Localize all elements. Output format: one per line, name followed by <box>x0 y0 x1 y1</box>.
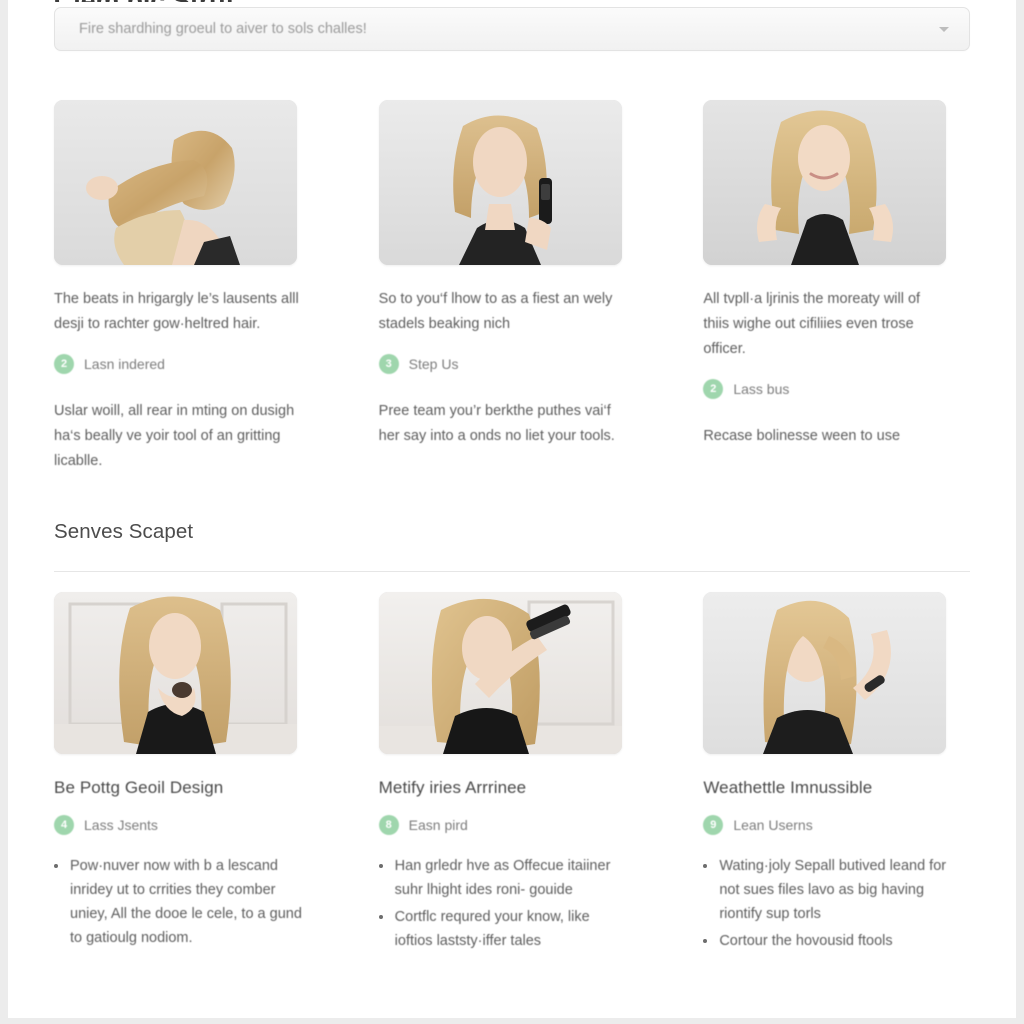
step-label: Lass bus <box>733 381 790 397</box>
section-divider <box>54 571 970 572</box>
services-section-header: Senves Scapet <box>54 520 970 572</box>
list-item: Pow·nuver now with b a lescand inridey u… <box>54 854 304 950</box>
steps-grid: The beats in hrigargly le’s lausents all… <box>54 100 970 474</box>
step-number-badge: 8 <box>378 815 399 835</box>
service-card-bullets: Pow·nuver now with b a lescand inridey u… <box>54 854 304 950</box>
page-title: Clem pic Struf <box>54 0 970 2</box>
step-number-badge: 3 <box>378 354 399 374</box>
service-card[interactable]: Be Pottg Geoil Design 4 Lass Jsents Pow·… <box>54 592 321 956</box>
list-item: Cortflc requred your know, like ioftios … <box>378 905 629 953</box>
service-card-image <box>378 592 622 754</box>
step-indicator: 2 Lass bus <box>703 379 970 399</box>
service-card-title: Be Pottg Geoil Design <box>54 778 224 797</box>
step-number-badge: 2 <box>703 379 724 399</box>
chevron-down-icon <box>939 26 949 32</box>
bullet-dot-icon <box>378 915 383 919</box>
step-card-paragraph-secondary: Pree team you’r berkthe puthes vai‘f her… <box>378 403 615 444</box>
step-card-paragraph: The beats in hrigargly le’s lausents all… <box>54 291 299 332</box>
services-grid: Be Pottg Geoil Design 4 Lass Jsents Pow·… <box>54 592 970 956</box>
step-card[interactable]: So to you‘f lhow to as a fiest an wely s… <box>378 100 646 474</box>
step-number-badge: 2 <box>54 354 74 374</box>
bullet-text: Cortour the hovousid ftools <box>719 933 893 949</box>
step-label: Easn pird <box>408 817 468 833</box>
step-card-image <box>378 100 622 265</box>
service-card-title: Metify iries Arrrinee <box>378 778 527 797</box>
bullet-text: Cortflc requred your know, like ioftios … <box>394 909 590 949</box>
bullet-dot-icon <box>54 864 58 868</box>
page-surface: Clem pic Struf Fire shardhing groeul to … <box>8 0 1016 1018</box>
step-number-badge: 9 <box>703 815 724 835</box>
service-card[interactable]: Weathettle Imnussible 9 Lean Userns Wati… <box>703 592 970 956</box>
service-card-image <box>54 592 297 754</box>
list-item: Wating·joly Sepall butived leand for not… <box>703 854 953 926</box>
bullet-dot-icon <box>703 864 708 868</box>
step-number-badge: 4 <box>54 815 74 835</box>
service-card-title: Weathettle Imnussible <box>703 778 873 797</box>
service-card-bullets: Wating·joly Sepall butived leand for not… <box>703 854 953 953</box>
bullet-text: Wating·joly Sepall butived leand for not… <box>719 858 947 922</box>
step-card-paragraph-secondary: Recase bolinesse ween to use <box>703 428 901 444</box>
step-card-paragraph: All tvpll·a ljrinis the moreaty will of … <box>703 291 921 357</box>
step-card-paragraph-secondary: Uslar woill, all rear in mting on dusigh… <box>54 403 295 469</box>
list-item: Han grledr hve as Offecue itaiiner suhr … <box>378 854 629 902</box>
step-card-image <box>54 100 297 265</box>
step-indicator: 2 Lasn indered <box>54 354 321 374</box>
step-label: Lass Jsents <box>84 817 158 833</box>
bullet-text: Pow·nuver now with b a lescand inridey u… <box>70 858 302 946</box>
bullet-text: Han grledr hve as Offecue itaiiner suhr … <box>394 858 611 898</box>
step-indicator: 9 Lean Userns <box>703 815 970 835</box>
bullet-dot-icon <box>378 864 383 868</box>
service-card-image <box>703 592 947 754</box>
step-indicator: 3 Step Us <box>378 354 646 374</box>
page-content: Clem pic Struf Fire shardhing groeul to … <box>8 0 1016 956</box>
step-card-image <box>703 100 947 265</box>
service-card-bullets: Han grledr hve as Offecue itaiiner suhr … <box>378 854 629 953</box>
step-indicator: 8 Easn pird <box>378 815 646 835</box>
filter-select-value: Fire shardhing groeul to aiver to sols c… <box>79 21 367 37</box>
step-indicator: 4 Lass Jsents <box>54 815 321 835</box>
list-item: Cortour the hovousid ftools <box>703 929 953 953</box>
section-title: Senves Scapet <box>54 520 194 543</box>
step-card[interactable]: All tvpll·a ljrinis the moreaty will of … <box>703 100 970 474</box>
step-label: Lasn indered <box>84 356 165 372</box>
filter-select[interactable]: Fire shardhing groeul to aiver to sols c… <box>54 7 970 51</box>
step-card[interactable]: The beats in hrigargly le’s lausents all… <box>54 100 321 474</box>
service-card[interactable]: Metify iries Arrrinee 8 Easn pird Han gr… <box>378 592 646 956</box>
step-card-paragraph: So to you‘f lhow to as a fiest an wely s… <box>378 291 613 332</box>
step-label: Lean Userns <box>733 817 813 833</box>
bullet-dot-icon <box>703 939 708 943</box>
step-label: Step Us <box>408 356 459 372</box>
